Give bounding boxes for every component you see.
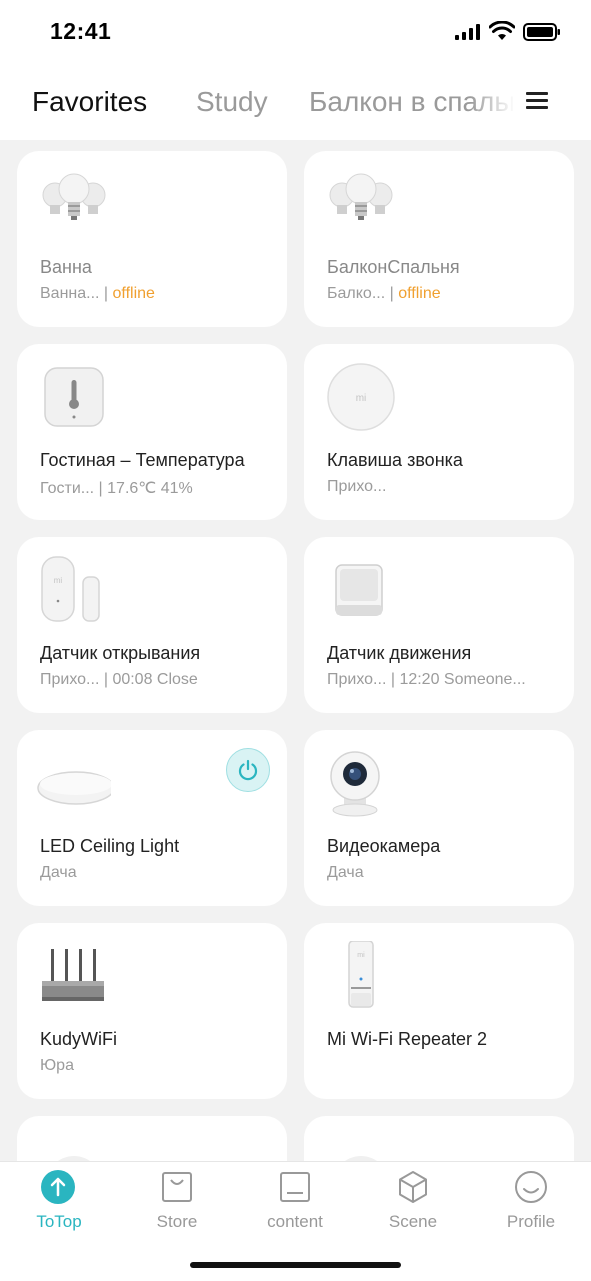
bag-icon bbox=[162, 1172, 192, 1202]
device-card[interactable]: mi Mi Wi-Fi Repeater 2 bbox=[304, 923, 574, 1099]
camera-icon bbox=[330, 751, 380, 817]
device-name: БалконСпальня bbox=[327, 257, 460, 277]
device-card[interactable] bbox=[17, 1116, 287, 1161]
tab-favorites[interactable]: Favorites bbox=[32, 86, 147, 118]
device-status-line: Юра bbox=[40, 1057, 74, 1074]
device-name: Видеокамера bbox=[327, 836, 441, 856]
device-card[interactable]: Датчик движения Прихо... | 12:20 Someone… bbox=[304, 537, 574, 713]
device-card[interactable] bbox=[304, 1116, 574, 1161]
ceiling-light-icon bbox=[37, 771, 111, 805]
round-device-icon bbox=[345, 1156, 377, 1161]
device-card[interactable]: Гостиная – Температура Гости... | 17.6℃ … bbox=[17, 344, 287, 520]
svg-text:mi: mi bbox=[356, 393, 367, 404]
device-card[interactable]: LED Ceiling Light Дача bbox=[17, 730, 287, 906]
device-card[interactable]: Видеокамера Дача bbox=[304, 730, 574, 906]
svg-text:mi: mi bbox=[357, 952, 365, 959]
wireless-switch-icon: mi bbox=[327, 363, 395, 431]
device-status-line: Прихо... | 00:08 Close bbox=[40, 671, 198, 688]
battery-icon bbox=[523, 23, 560, 41]
device-card[interactable]: Ванна Ванна... | offline bbox=[17, 151, 287, 327]
content-icon bbox=[280, 1172, 310, 1202]
nav-totop[interactable]: ToTop bbox=[0, 1162, 118, 1242]
nav-label: ToTop bbox=[36, 1212, 82, 1231]
device-card[interactable]: mi Датчик открывания Прихо... | 00:08 Cl… bbox=[17, 537, 287, 713]
thermometer-sensor-icon bbox=[44, 367, 104, 427]
menu-icon[interactable] bbox=[526, 92, 548, 112]
bulbs-icon bbox=[42, 173, 106, 220]
door-sensor-icon: mi bbox=[41, 556, 100, 622]
device-card[interactable]: KudyWiFi Юра bbox=[17, 923, 287, 1099]
tabs-fade bbox=[470, 64, 530, 140]
nav-scene[interactable]: Scene bbox=[354, 1162, 472, 1242]
cube-icon bbox=[399, 1171, 427, 1203]
arrow-up-icon bbox=[41, 1170, 75, 1204]
device-name: Датчик движения bbox=[327, 643, 472, 663]
svg-text:mi: mi bbox=[54, 576, 63, 585]
device-name: LED Ceiling Light bbox=[40, 836, 180, 856]
device-name: Ванна bbox=[40, 257, 92, 277]
nav-content[interactable]: content bbox=[236, 1162, 354, 1242]
device-name: Датчик открывания bbox=[40, 643, 201, 663]
clock: 12:41 bbox=[50, 18, 112, 44]
bulbs-icon bbox=[329, 173, 393, 220]
device-status-line: Гости... | 17.6℃ 41% bbox=[40, 480, 193, 497]
device-name: KudyWiFi bbox=[40, 1029, 118, 1049]
device-status-line: Прихо... bbox=[327, 478, 387, 495]
device-status-line: Дача bbox=[40, 864, 77, 881]
motion-sensor-icon bbox=[335, 564, 383, 616]
home-indicator[interactable] bbox=[190, 1262, 401, 1268]
tab-study[interactable]: Study bbox=[196, 86, 268, 118]
nav-store[interactable]: Store bbox=[118, 1162, 236, 1242]
nav-label: content bbox=[267, 1212, 323, 1231]
device-status-line: Ванна... | offline bbox=[40, 285, 155, 302]
device-name: Клавиша звонка bbox=[327, 450, 463, 470]
nav-label: Profile bbox=[506, 1212, 556, 1231]
device-name: Гостиная – Температура bbox=[40, 450, 245, 470]
nav-profile[interactable]: Profile bbox=[472, 1162, 590, 1242]
device-status-line: Дача bbox=[327, 864, 364, 881]
device-status-line: Балко... | offline bbox=[327, 285, 441, 302]
device-status-line: Прихо... | 12:20 Someone... bbox=[327, 671, 526, 688]
smile-icon bbox=[515, 1171, 547, 1203]
status-bar: 12:41 bbox=[0, 0, 591, 64]
nav-label: Store bbox=[156, 1212, 198, 1231]
power-toggle-button[interactable] bbox=[226, 748, 270, 792]
round-device-icon bbox=[58, 1156, 90, 1161]
room-tabs: Favorites Study Балкон в спальне bbox=[0, 64, 591, 140]
power-icon bbox=[238, 759, 258, 781]
device-card[interactable]: mi Клавиша звонка Прихо... bbox=[304, 344, 574, 520]
wifi-icon bbox=[489, 21, 515, 40]
nav-label: Scene bbox=[388, 1212, 438, 1231]
cellular-signal-icon bbox=[455, 24, 480, 40]
device-card[interactable]: БалконСпальня Балко... | offline bbox=[304, 151, 574, 327]
device-name: Mi Wi-Fi Repeater 2 bbox=[327, 1029, 488, 1049]
bottom-nav: ToTop Store content Scene Profile bbox=[0, 1161, 591, 1281]
repeater-icon: mi bbox=[348, 941, 374, 1008]
device-grid: Ванна Ванна... | offline БалконСпальня Б… bbox=[0, 150, 591, 1161]
router-icon bbox=[42, 949, 104, 1001]
